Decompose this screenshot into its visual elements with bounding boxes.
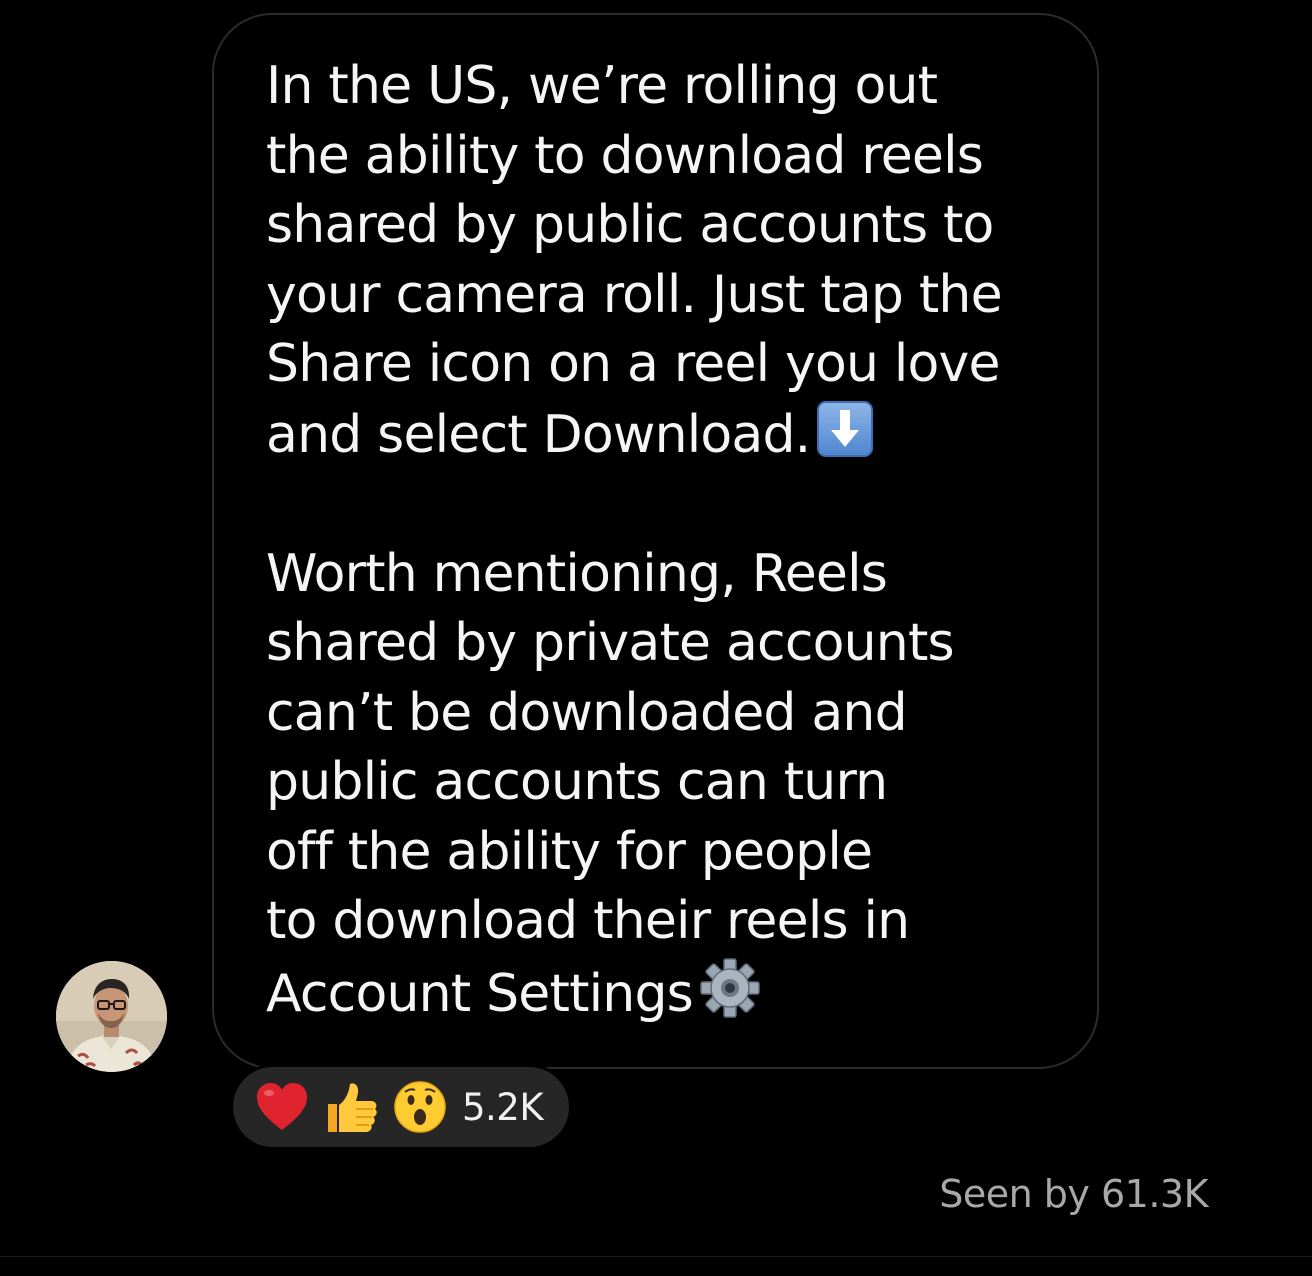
seen-by-label: Seen by 61.3K <box>939 1172 1208 1216</box>
divider <box>0 1256 1312 1257</box>
message-line: In the US, we’re rolling out <box>266 56 938 116</box>
message-text: In the US, we’re rolling out the ability… <box>266 52 1086 1029</box>
gear-emoji-icon <box>700 957 760 1018</box>
profile-photo <box>56 961 167 1072</box>
message-line: off the ability for people <box>266 821 873 882</box>
message-line: shared by private accounts <box>266 613 955 673</box>
red-heart-icon <box>257 1083 307 1130</box>
message-line: Share icon on a reel you love <box>266 334 1001 394</box>
reaction-count: 5.2K <box>462 1085 544 1129</box>
message-line: shared by public accounts to <box>266 195 994 255</box>
message-line: can’t be downloaded and <box>266 682 908 743</box>
message-line: Account Settings <box>266 963 694 1024</box>
message-line: public accounts can turn <box>266 752 888 812</box>
sender-avatar[interactable] <box>56 961 167 1072</box>
dm-thread: In the US, we’re rolling out the ability… <box>0 0 1312 1276</box>
thumbs-up-icon <box>328 1083 377 1132</box>
message-line: and select Download. <box>266 404 811 465</box>
message-line-with-icon: Account Settings <box>266 957 1086 1030</box>
message-line: your camera roll. Just tap the <box>266 264 1003 325</box>
surprised-face-icon <box>394 1081 446 1133</box>
message-line: to download their reels in <box>266 891 910 951</box>
message-line-with-icon: and select Download. <box>266 400 1086 471</box>
message-line: the ability to download reels <box>266 125 984 186</box>
message-line: Worth mentioning, Reels <box>266 543 888 604</box>
down-arrow-emoji-icon <box>817 400 874 457</box>
reactions-pill[interactable]: 5.2K <box>230 1064 572 1150</box>
